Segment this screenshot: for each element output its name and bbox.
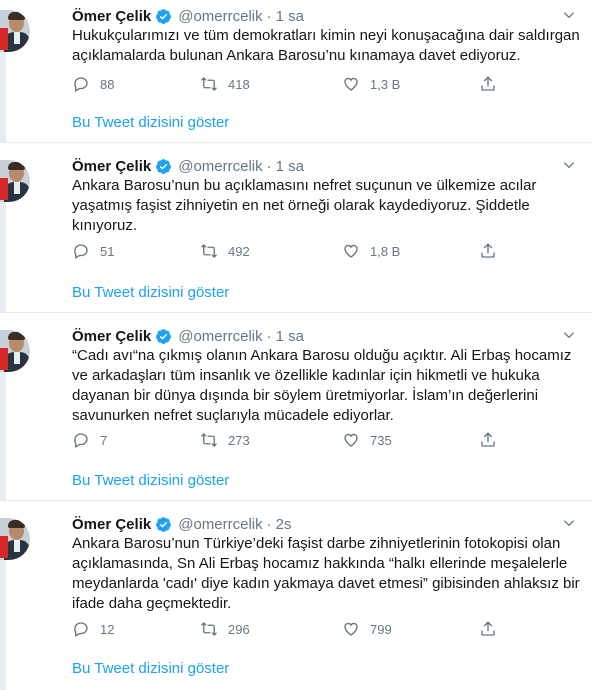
retweet-button[interactable]: 273 [200, 431, 250, 449]
tweet-header: Ömer Çelik @omerrcelik · 2s [72, 512, 291, 536]
avatar[interactable] [0, 10, 30, 52]
tweet[interactable]: Ömer Çelik @omerrcelik · 1 sa Hukukçular… [0, 0, 592, 143]
retweet-icon [201, 433, 217, 447]
retweet-icon [201, 77, 217, 91]
author-name[interactable]: Ömer Çelik [72, 158, 151, 175]
separator-dot: · [266, 515, 272, 533]
reply-count: 7 [100, 432, 108, 448]
retweet-button[interactable]: 418 [200, 75, 250, 93]
thread-line [0, 372, 6, 500]
chevron-down-icon[interactable] [562, 8, 576, 22]
reply-icon [74, 433, 88, 448]
show-thread-link[interactable]: Bu Tweet dizisini göster [72, 284, 229, 301]
share-icon [481, 432, 495, 447]
tweet-text: Hukukçularımızı ve tüm demokratları kimi… [72, 27, 580, 64]
tweet-text: Ankara Barosu’nun Türkiye’deki faşist da… [72, 535, 580, 612]
thread-line [0, 202, 6, 312]
show-thread-link[interactable]: Bu Tweet dizisini göster [72, 114, 229, 131]
retweet-count: 418 [228, 76, 250, 92]
tweet-actions: 12 296 799 [72, 620, 495, 640]
reply-count: 51 [100, 243, 115, 259]
thread-line [0, 52, 6, 142]
show-thread-link[interactable]: Bu Tweet dizisini göster [72, 660, 229, 677]
avatar[interactable] [0, 518, 30, 560]
like-button[interactable]: 1,8 B [342, 242, 400, 260]
chevron-down-icon[interactable] [562, 328, 576, 342]
timestamp[interactable]: 1 sa [276, 328, 304, 345]
chevron-down-icon[interactable] [562, 516, 576, 530]
retweet-count: 296 [228, 621, 250, 637]
author-handle[interactable]: @omerrcelik [178, 158, 262, 175]
tweet-actions: 7 273 735 [72, 431, 495, 451]
heart-icon [344, 244, 358, 258]
verified-badge-icon [156, 8, 172, 24]
avatar[interactable] [0, 160, 30, 202]
author-handle[interactable]: @omerrcelik [178, 328, 262, 345]
author-name[interactable]: Ömer Çelik [72, 516, 151, 533]
verified-badge-icon [156, 516, 172, 532]
reply-button[interactable]: 7 [72, 431, 107, 449]
tweet-actions: 88 418 1,3 B [72, 75, 495, 95]
verified-badge-icon [156, 328, 172, 344]
reply-count: 88 [100, 76, 115, 92]
reply-button[interactable]: 12 [72, 620, 114, 638]
like-count: 1,8 B [370, 243, 401, 259]
retweet-icon [201, 244, 217, 258]
retweet-button[interactable]: 492 [200, 242, 250, 260]
share-icon [481, 621, 495, 636]
tweet-text: “Cadı avı“na çıkmış olanın Ankara Barosu… [72, 347, 572, 424]
author-name[interactable]: Ömer Çelik [72, 328, 151, 345]
like-button[interactable]: 735 [342, 431, 392, 449]
reply-count: 12 [100, 621, 115, 637]
tweet[interactable]: Ömer Çelik @omerrcelik · 1 sa Ankara Bar… [0, 150, 592, 313]
share-icon [481, 76, 495, 91]
heart-icon [344, 622, 358, 636]
share-icon [481, 243, 495, 258]
like-count: 799 [370, 621, 392, 637]
retweet-count: 273 [228, 432, 250, 448]
retweet-button[interactable]: 296 [200, 620, 250, 638]
author-name[interactable]: Ömer Çelik [72, 8, 151, 25]
avatar[interactable] [0, 330, 30, 372]
tweet[interactable]: Ömer Çelik @omerrcelik · 2s Ankara Baros… [0, 508, 592, 690]
reply-icon [74, 77, 88, 92]
heart-icon [344, 77, 358, 91]
verified-badge-icon [156, 158, 172, 174]
timestamp[interactable]: 2s [276, 516, 292, 533]
timestamp[interactable]: 1 sa [276, 158, 304, 175]
author-handle[interactable]: @omerrcelik [178, 8, 262, 25]
tweet-text: Ankara Barosu’nun bu açıklamasını nefret… [72, 177, 537, 234]
separator-dot: · [266, 7, 272, 25]
like-count: 735 [370, 432, 392, 448]
timestamp[interactable]: 1 sa [276, 8, 304, 25]
show-thread-link[interactable]: Bu Tweet dizisini göster [72, 472, 229, 489]
separator-dot: · [266, 327, 272, 345]
tweet-header: Ömer Çelik @omerrcelik · 1 sa [72, 4, 304, 28]
like-button[interactable]: 1,3 B [342, 75, 400, 93]
thread-line [0, 560, 6, 690]
like-button[interactable]: 799 [342, 620, 392, 638]
reply-button[interactable]: 88 [72, 75, 114, 93]
share-button[interactable] [479, 431, 497, 449]
reply-icon [74, 622, 88, 637]
separator-dot: · [266, 157, 272, 175]
share-button[interactable] [479, 620, 497, 638]
tweet[interactable]: Ömer Çelik @omerrcelik · 1 sa “Cadı avı“… [0, 320, 592, 501]
like-count: 1,3 B [370, 76, 401, 92]
reply-button[interactable]: 51 [72, 242, 114, 260]
author-handle[interactable]: @omerrcelik [178, 516, 262, 533]
tweet-header: Ömer Çelik @omerrcelik · 1 sa [72, 154, 304, 178]
retweet-icon [201, 622, 217, 636]
share-button[interactable] [479, 75, 497, 93]
tweet-header: Ömer Çelik @omerrcelik · 1 sa [72, 324, 304, 348]
reply-icon [74, 244, 88, 259]
retweet-count: 492 [228, 243, 250, 259]
chevron-down-icon[interactable] [562, 158, 576, 172]
heart-icon [344, 433, 358, 447]
share-button[interactable] [479, 242, 497, 260]
tweet-actions: 51 492 1,8 B [72, 242, 495, 262]
